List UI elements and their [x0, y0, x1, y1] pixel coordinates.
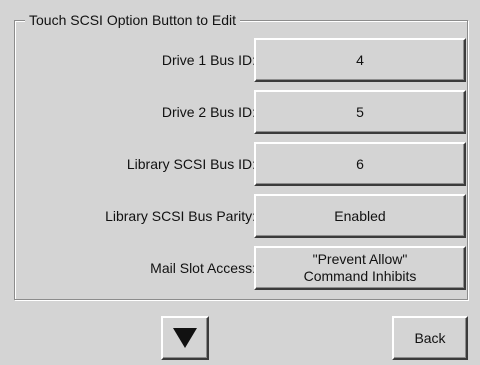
down-arrow-icon: [173, 328, 197, 348]
drive-2-bus-id-button[interactable]: 5: [254, 90, 466, 134]
group-title: Touch SCSI Option Button to Edit: [25, 11, 241, 29]
library-scsi-bus-parity-label: Library SCSI Bus Parity:: [105, 208, 256, 224]
library-scsi-bus-id-label: Library SCSI Bus ID:: [126, 156, 256, 172]
scsi-options-screen: Touch SCSI Option Button to Edit Drive 1…: [0, 0, 480, 365]
drive-1-bus-id-label: Drive 1 Bus ID:: [161, 52, 256, 68]
back-button[interactable]: Back: [392, 316, 468, 360]
library-scsi-bus-id-button[interactable]: 6: [254, 142, 466, 186]
library-scsi-bus-parity-button[interactable]: Enabled: [254, 194, 466, 238]
drive-1-bus-id-button[interactable]: 4: [254, 38, 466, 82]
mail-slot-access-label: Mail Slot Access:: [150, 260, 256, 276]
drive-2-bus-id-label: Drive 2 Bus ID:: [161, 104, 256, 120]
mail-slot-access-button[interactable]: "Prevent Allow" Command Inhibits: [254, 246, 466, 290]
page-down-button[interactable]: [161, 316, 209, 360]
